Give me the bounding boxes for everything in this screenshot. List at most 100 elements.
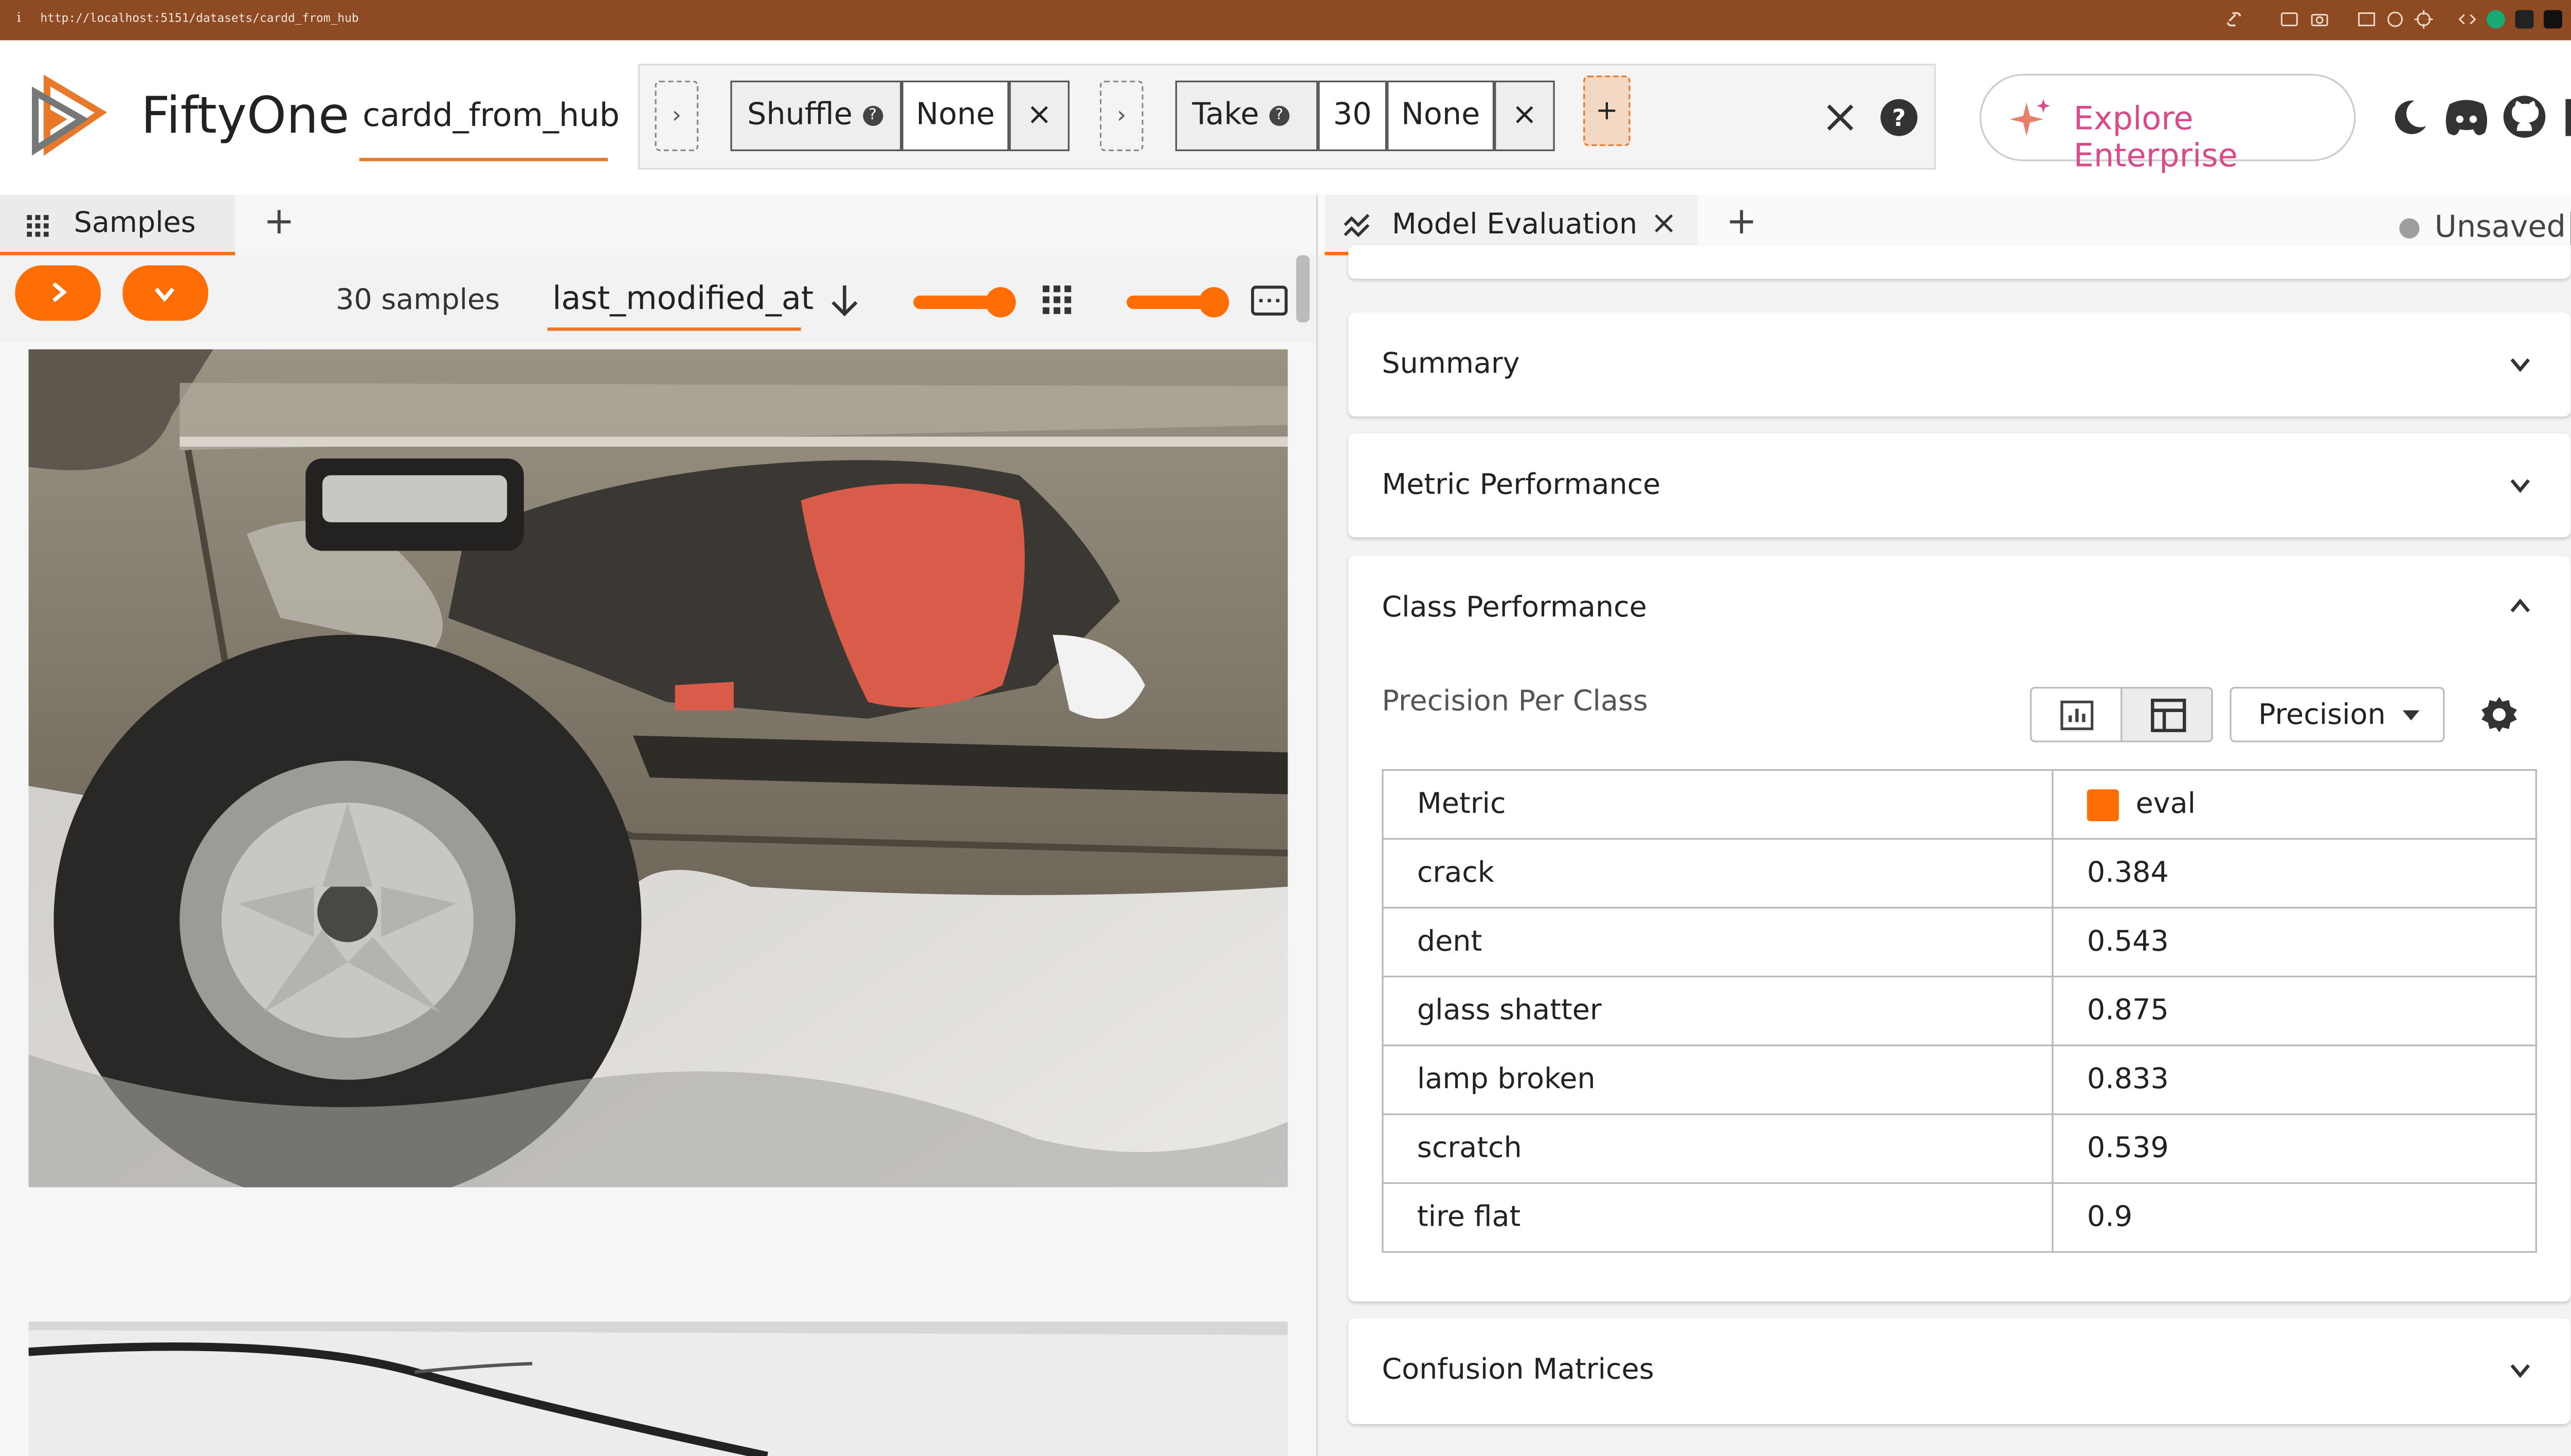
chevron-down-icon[interactable] xyxy=(2510,475,2530,495)
metric-select-value: Precision xyxy=(2258,698,2386,733)
table-icon xyxy=(2150,698,2186,733)
class-value: 0.875 xyxy=(2052,975,2537,1046)
status-dot xyxy=(2399,218,2420,239)
sample-thumbnail-2[interactable] xyxy=(28,1321,1288,1456)
class-label: tire flat xyxy=(1382,1182,2054,1253)
save-status: Unsaved xyxy=(2434,210,2566,245)
precision-per-class-title: Precision Per Class xyxy=(1382,685,1648,719)
evaluation-icon xyxy=(1344,214,1370,237)
close-tab-button[interactable]: × xyxy=(1651,205,1677,242)
extension-green-icon[interactable] xyxy=(2486,10,2505,29)
samples-scrollbar[interactable] xyxy=(1296,255,1310,323)
fiftyone-logo-icon[interactable] xyxy=(27,72,114,159)
discord-icon[interactable] xyxy=(2443,96,2490,139)
add-stage-button[interactable]: + xyxy=(1583,75,1631,147)
extension-dark-icon[interactable] xyxy=(2515,10,2534,29)
help-icon[interactable]: ? xyxy=(862,105,883,126)
header-metric: Metric xyxy=(1382,769,2054,840)
help-icon[interactable]: ? xyxy=(1269,105,1290,126)
sort-field-underline xyxy=(547,327,801,331)
class-label: lamp broken xyxy=(1382,1044,2054,1115)
stage-take[interactable]: Take? xyxy=(1175,80,1318,151)
grid-layout-icon[interactable] xyxy=(1042,285,1072,314)
series-label: eval xyxy=(2135,787,2196,822)
dataset-selector[interactable]: cardd_from_hub xyxy=(363,97,620,134)
actions-menu-button[interactable] xyxy=(122,265,208,321)
class-value: 0.833 xyxy=(2052,1044,2537,1115)
svg-text:?: ? xyxy=(1892,104,1906,132)
remove-shuffle-button[interactable]: × xyxy=(1009,80,1070,151)
chevron-down-icon[interactable] xyxy=(2510,354,2530,374)
remove-take-button[interactable]: × xyxy=(1494,80,1555,151)
tile-zoom-slider[interactable] xyxy=(1127,287,1229,318)
header-series: eval xyxy=(2052,769,2537,840)
metric-performance-section[interactable]: Metric Performance xyxy=(1348,433,2571,538)
shuffle-seed-param[interactable]: None xyxy=(901,80,1009,151)
class-value: 0.384 xyxy=(2052,838,2537,909)
series-color-swatch xyxy=(2087,788,2119,821)
reader-icon[interactable] xyxy=(2357,10,2376,29)
take-seed-param[interactable]: None xyxy=(1387,80,1495,151)
chevron-down-icon xyxy=(154,287,175,302)
screenshot-icon[interactable] xyxy=(2280,10,2298,29)
grid-zoom-slider[interactable] xyxy=(913,287,1017,318)
grid-icon xyxy=(27,215,49,237)
view-stage-arrow-2[interactable]: › xyxy=(1099,80,1144,151)
class-performance-title[interactable]: Class Performance xyxy=(1382,591,1646,625)
app-name: FiftyOne xyxy=(141,87,350,147)
add-left-panel-button[interactable]: + xyxy=(264,202,295,244)
github-icon[interactable] xyxy=(2502,94,2547,139)
camera-icon[interactable] xyxy=(2310,10,2329,29)
chevron-down-icon[interactable] xyxy=(2510,1360,2530,1380)
chart-view-button[interactable] xyxy=(2030,686,2123,742)
help-circle-icon[interactable]: ? xyxy=(1879,97,1919,137)
chevron-up-icon[interactable] xyxy=(2510,596,2530,616)
sample-thumbnail[interactable] xyxy=(28,349,1288,1188)
class-value: 0.9 xyxy=(2052,1182,2537,1253)
table-row: dent 0.543 xyxy=(1382,906,2537,978)
metric-performance-title: Metric Performance xyxy=(1382,468,1661,502)
docs-book-icon[interactable] xyxy=(2562,96,2571,139)
add-right-panel-button[interactable]: + xyxy=(1726,202,1757,244)
browser-address-bar[interactable]: i http://localhost:5151/datasets/cardd_f… xyxy=(0,0,2571,41)
sparkle-icon xyxy=(2009,99,2050,136)
class-label: glass shatter xyxy=(1382,975,2054,1046)
sort-field-selector[interactable]: last_modified_at xyxy=(552,280,813,317)
view-stage-arrow[interactable]: › xyxy=(655,80,699,151)
table-row: scratch 0.539 xyxy=(1382,1113,2537,1184)
class-label: dent xyxy=(1382,906,2054,978)
table-row: tire flat 0.9 xyxy=(1382,1182,2537,1253)
explore-enterprise-button[interactable]: Explore Enterprise xyxy=(1979,74,2356,175)
dark-mode-icon[interactable] xyxy=(2387,96,2431,139)
stage-take-label: Take xyxy=(1192,97,1259,133)
clear-view-icon[interactable] xyxy=(1823,101,1857,134)
take-size-param[interactable]: 30 xyxy=(1318,80,1387,151)
class-performance-table: Metric eval crack 0.384 dent 0.543 glass s… xyxy=(1382,769,2537,1253)
settings-gear-icon[interactable] xyxy=(2480,695,2519,734)
sort-direction-arrow-icon[interactable] xyxy=(828,282,861,319)
tab-samples-label: Samples xyxy=(74,206,196,241)
url-text[interactable]: http://localhost:5151/datasets/cardd_fro… xyxy=(40,12,358,25)
site-info-icon[interactable]: i xyxy=(17,10,21,25)
class-value: 0.543 xyxy=(2052,906,2537,978)
chevron-right-icon xyxy=(52,282,67,302)
link-icon[interactable] xyxy=(2225,10,2243,29)
tab-samples[interactable]: Samples xyxy=(0,194,236,256)
extension-m-icon[interactable] xyxy=(2543,10,2562,29)
confusion-matrices-section[interactable]: Confusion Matrices xyxy=(1348,1318,2571,1424)
expand-sidebar-button[interactable] xyxy=(15,265,101,321)
extension-target-icon[interactable] xyxy=(2414,10,2433,29)
stage-shuffle[interactable]: Shuffle? xyxy=(730,80,902,151)
car-damage-image xyxy=(28,349,1288,1188)
table-row: glass shatter 0.875 xyxy=(1382,975,2537,1046)
table-view-button[interactable] xyxy=(2121,686,2213,742)
display-options-icon[interactable] xyxy=(1251,285,1288,316)
metric-select[interactable]: Precision xyxy=(2230,686,2445,742)
extension-globe-icon[interactable] xyxy=(2386,10,2404,29)
sample-count: 30 samples xyxy=(336,284,500,318)
summary-title: Summary xyxy=(1382,348,1520,381)
class-label: scratch xyxy=(1382,1113,2054,1184)
summary-section[interactable]: Summary xyxy=(1348,312,2571,417)
extension-code-icon[interactable] xyxy=(2458,10,2476,29)
table-row: crack 0.384 xyxy=(1382,838,2537,909)
